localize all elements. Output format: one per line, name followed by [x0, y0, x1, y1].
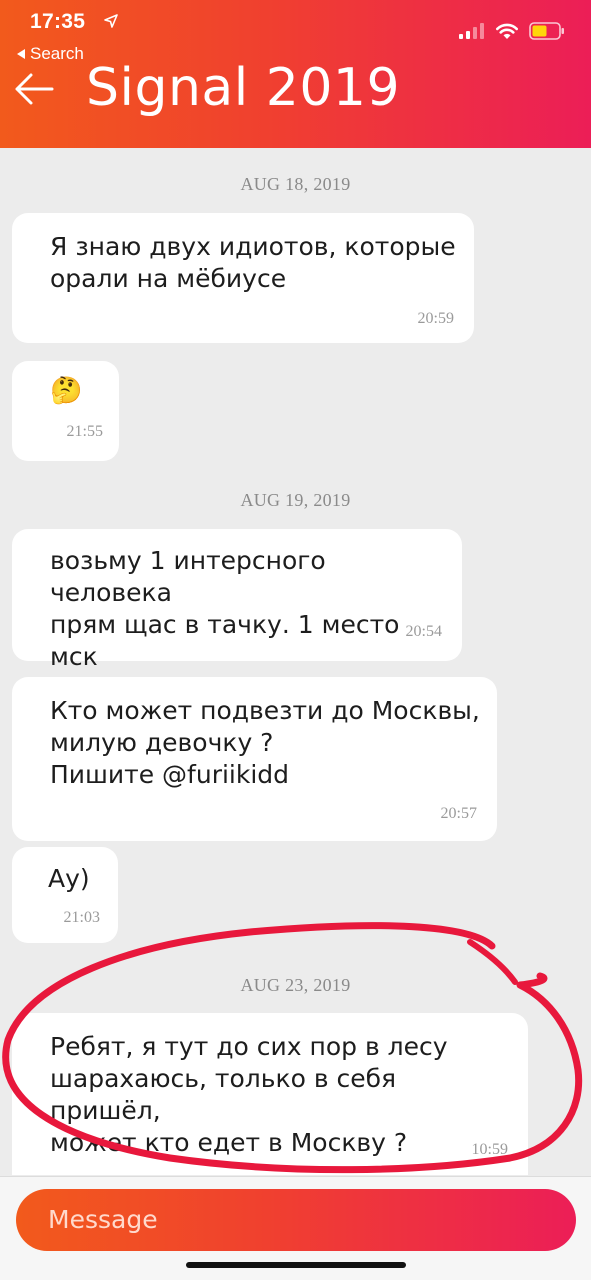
- signal-bars-icon: [459, 23, 484, 39]
- message-time: 21:03: [63, 909, 100, 926]
- battery-icon: [529, 22, 564, 40]
- message-input-placeholder: Message: [48, 1205, 158, 1234]
- message-text: Ау): [48, 864, 90, 893]
- conversation-title: Signal 2019: [86, 58, 401, 118]
- date-separator: AUG 19, 2019: [240, 490, 351, 510]
- message-bubble[interactable]: Я знаю двух идиотов, которые орали на мё…: [12, 213, 474, 343]
- status-icons: [459, 22, 565, 40]
- back-chevron-icon: [17, 49, 25, 59]
- message-bubble[interactable]: 🤔 21:55: [12, 361, 119, 461]
- message-time: 10:59: [471, 1141, 508, 1158]
- message-text: Ребят, я тут до сих пор в лесу шарахаюсь…: [50, 1032, 448, 1157]
- back-arrow-icon[interactable]: [14, 72, 54, 106]
- home-indicator: [186, 1262, 406, 1268]
- location-arrow-icon: [104, 14, 118, 28]
- status-time: 17:35: [30, 10, 86, 33]
- message-text: Я знаю двух идиотов, которые орали на мё…: [50, 232, 456, 293]
- message-time: 21:55: [66, 423, 103, 440]
- date-separator: AUG 23, 2019: [240, 975, 351, 995]
- message-text: возьму 1 интерсного человека прям щас в …: [50, 546, 400, 671]
- back-to-search-label: Search: [30, 44, 84, 63]
- message-time: 20:57: [440, 805, 477, 822]
- message-bubble[interactable]: возьму 1 интерсного человека прям щас в …: [12, 529, 462, 671]
- message-text: Кто может подвезти до Москвы, милую дево…: [50, 696, 480, 789]
- wifi-icon: [496, 23, 518, 39]
- back-to-search-button[interactable]: Search: [16, 44, 84, 64]
- date-separator: AUG 18, 2019: [240, 174, 351, 194]
- message-bubble[interactable]: Ау) 21:03: [12, 847, 118, 943]
- message-emoji: 🤔: [50, 376, 83, 406]
- header-bar: 17:35 Search Signal 2019: [0, 0, 591, 148]
- message-time: 20:54: [405, 623, 442, 640]
- message-bubble[interactable]: Кто может подвезти до Москвы, милую дево…: [12, 677, 497, 841]
- message-bubble[interactable]: Ребят, я тут до сих пор в лесу шарахаюсь…: [12, 1013, 528, 1175]
- message-time: 20:59: [417, 310, 454, 327]
- message-input[interactable]: Message: [16, 1189, 576, 1251]
